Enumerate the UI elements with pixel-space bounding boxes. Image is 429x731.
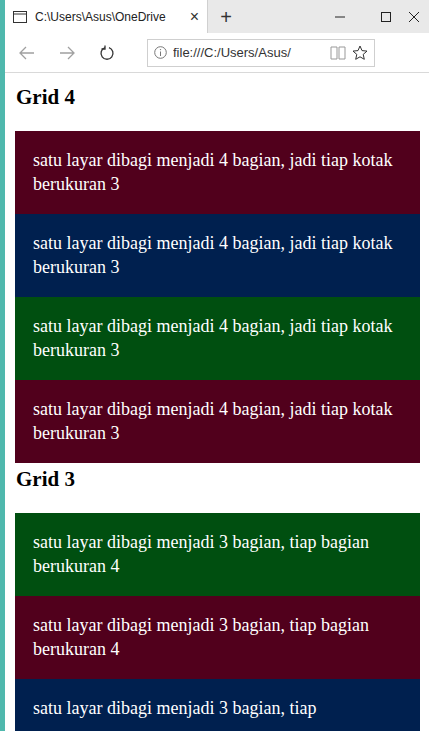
- grid-group: satu layar dibagi menjadi 3 bagian, tiap…: [15, 513, 420, 731]
- url-text: file:///C:/Users/Asus/: [173, 43, 324, 63]
- grid-box: satu layar dibagi menjadi 3 bagian, tiap: [15, 679, 420, 731]
- tab-close-button[interactable]: ×: [190, 9, 199, 25]
- section-heading: Grid 3: [16, 467, 420, 492]
- refresh-button[interactable]: [89, 37, 125, 69]
- grid-box-text: satu layar dibagi menjadi 4 bagian, jadi…: [33, 150, 392, 194]
- reading-view-icon[interactable]: [330, 46, 346, 60]
- browser-window: C:\Users\Asus\OneDrive × + file:///C:/Us…: [5, 0, 429, 731]
- section-heading: Grid 4: [16, 85, 420, 110]
- back-arrow-icon: [19, 46, 35, 60]
- nav-bar: file:///C:/Users/Asus/: [5, 33, 429, 73]
- minimize-button[interactable]: [317, 0, 363, 33]
- grid-box-text: satu layar dibagi menjadi 4 bagian, jadi…: [33, 233, 392, 277]
- info-icon: [154, 46, 167, 59]
- grid-box-text: satu layar dibagi menjadi 4 bagian, jadi…: [33, 399, 392, 443]
- title-bar: C:\Users\Asus\OneDrive × +: [5, 0, 429, 33]
- address-bar[interactable]: file:///C:/Users/Asus/: [147, 39, 375, 67]
- grid-box: satu layar dibagi menjadi 4 bagian, jadi…: [15, 380, 420, 463]
- grid-box-text: satu layar dibagi menjadi 3 bagian, tiap…: [33, 532, 369, 576]
- grid-box: satu layar dibagi menjadi 4 bagian, jadi…: [15, 297, 420, 380]
- close-button[interactable]: [409, 0, 429, 33]
- close-icon: [409, 12, 419, 22]
- grid-box: satu layar dibagi menjadi 3 bagian, tiap…: [15, 513, 420, 596]
- back-button[interactable]: [9, 37, 45, 69]
- refresh-icon: [99, 45, 115, 61]
- new-tab-button[interactable]: +: [208, 0, 244, 33]
- grid-box-text: satu layar dibagi menjadi 4 bagian, jadi…: [33, 316, 392, 360]
- grid-box: satu layar dibagi menjadi 4 bagian, jadi…: [15, 214, 420, 297]
- grid-box: satu layar dibagi menjadi 4 bagian, jadi…: [15, 131, 420, 214]
- browser-tab[interactable]: C:\Users\Asus\OneDrive ×: [5, 0, 208, 33]
- grid-group: satu layar dibagi menjadi 4 bagian, jadi…: [15, 131, 420, 463]
- forward-arrow-icon: [59, 46, 75, 60]
- maximize-button[interactable]: [363, 0, 409, 33]
- grid-box-text: satu layar dibagi menjadi 3 bagian, tiap…: [33, 615, 369, 659]
- minimize-icon: [335, 12, 345, 22]
- page-icon: [13, 11, 27, 23]
- tab-title: C:\Users\Asus\OneDrive: [35, 8, 182, 26]
- grid-box-text: satu layar dibagi menjadi 3 bagian, tiap: [33, 698, 316, 718]
- page-content: Grid 4 satu layar dibagi menjadi 4 bagian…: [5, 73, 429, 731]
- maximize-icon: [381, 12, 391, 22]
- favorite-star-icon[interactable]: [352, 45, 368, 61]
- forward-button[interactable]: [49, 37, 85, 69]
- grid-box: satu layar dibagi menjadi 3 bagian, tiap…: [15, 596, 420, 679]
